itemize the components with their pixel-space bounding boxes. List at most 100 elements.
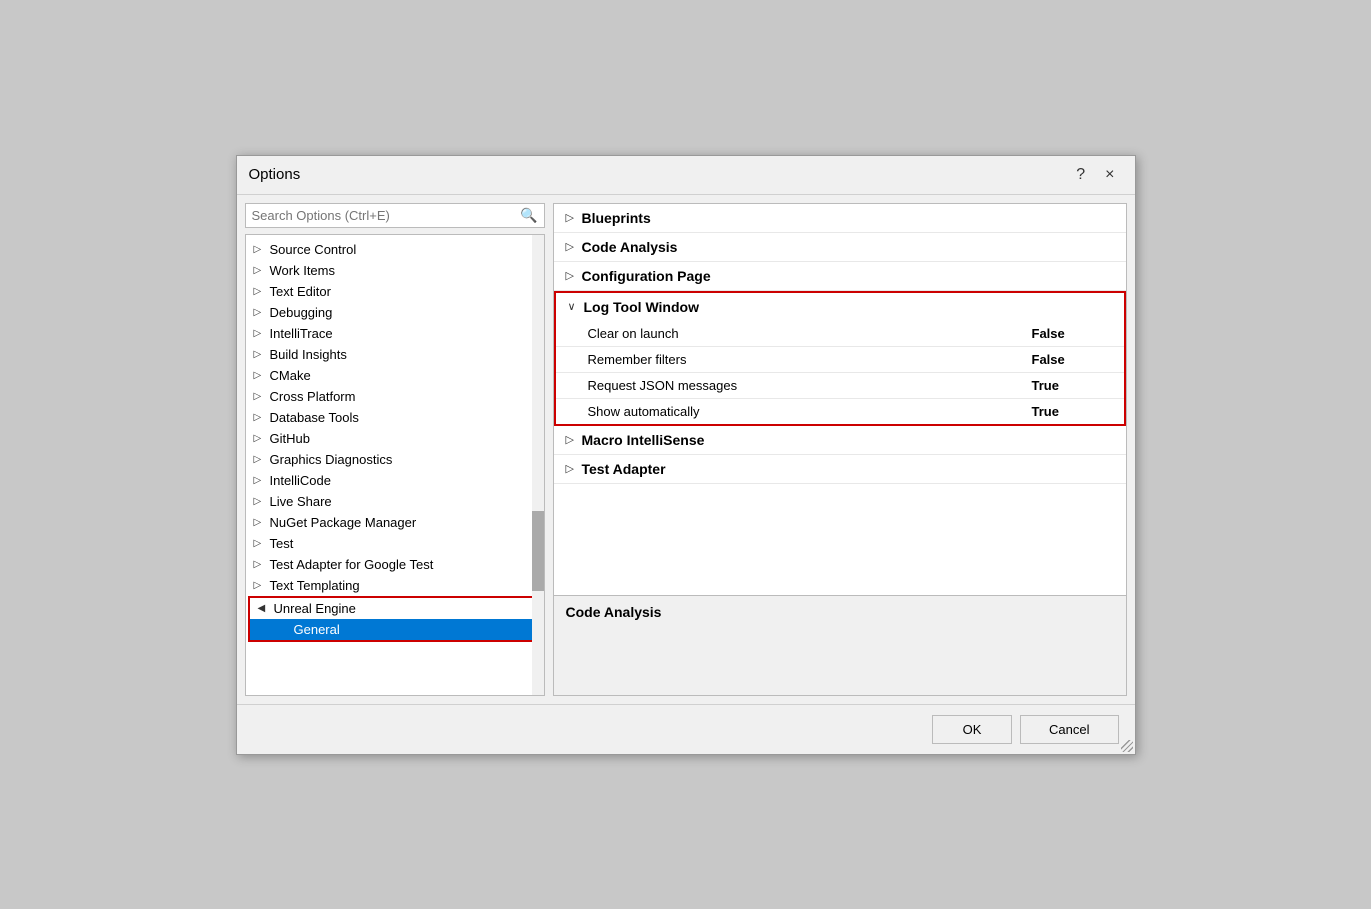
tree-item-github[interactable]: ▷ GitHub bbox=[246, 428, 544, 449]
expand-arrow: ▷ bbox=[254, 517, 268, 528]
collapse-arrow: ◀ bbox=[258, 603, 272, 614]
expand-arrow: ▷ bbox=[254, 496, 268, 507]
right-row-label: Code Analysis bbox=[582, 239, 678, 255]
unreal-engine-section: ◀ Unreal Engine General bbox=[248, 596, 542, 642]
scrollbar-thumb[interactable] bbox=[532, 511, 544, 591]
prop-clear-on-launch[interactable]: Clear on launch False bbox=[556, 321, 1124, 347]
help-button[interactable]: ? bbox=[1068, 164, 1093, 186]
right-row-code-analysis[interactable]: ▷ Code Analysis bbox=[554, 233, 1126, 262]
tree-item-label: Test bbox=[270, 536, 294, 551]
tree-item-label: Build Insights bbox=[270, 347, 347, 362]
tree-item-database-tools[interactable]: ▷ Database Tools bbox=[246, 407, 544, 428]
tree-item-live-share[interactable]: ▷ Live Share bbox=[246, 491, 544, 512]
tree-item-label: Work Items bbox=[270, 263, 336, 278]
right-panel: ▷ Blueprints ▷ Code Analysis ▷ Configura… bbox=[553, 203, 1127, 696]
right-row-label: Macro IntelliSense bbox=[582, 432, 705, 448]
description-section: Code Analysis bbox=[554, 595, 1126, 695]
log-tool-window-label: Log Tool Window bbox=[584, 299, 699, 315]
right-row-label: Configuration Page bbox=[582, 268, 711, 284]
tree-item-label: Source Control bbox=[270, 242, 357, 257]
expand-arrow: ▷ bbox=[566, 433, 582, 446]
tree-item-label: Cross Platform bbox=[270, 389, 356, 404]
scrollbar-track[interactable] bbox=[532, 235, 544, 695]
tree-item-cmake[interactable]: ▷ CMake bbox=[246, 365, 544, 386]
right-row-label: Blueprints bbox=[582, 210, 651, 226]
tree-item-label: Test Adapter for Google Test bbox=[270, 557, 434, 572]
search-input[interactable] bbox=[252, 208, 521, 223]
expand-arrow: ▷ bbox=[566, 211, 582, 224]
right-row-blueprints[interactable]: ▷ Blueprints bbox=[554, 204, 1126, 233]
tree-item-general[interactable]: General bbox=[250, 619, 540, 640]
tree-item-intellitrace[interactable]: ▷ IntelliTrace bbox=[246, 323, 544, 344]
expand-arrow: ▷ bbox=[254, 412, 268, 423]
ok-button[interactable]: OK bbox=[932, 715, 1012, 744]
log-tool-window-section: ∨ Log Tool Window Clear on launch False … bbox=[554, 291, 1126, 426]
expand-arrow: ▷ bbox=[254, 286, 268, 297]
log-tool-properties: Clear on launch False Remember filters F… bbox=[556, 321, 1124, 424]
tree-item-graphics-diagnostics[interactable]: ▷ Graphics Diagnostics bbox=[246, 449, 544, 470]
prop-name: Request JSON messages bbox=[588, 378, 1032, 393]
tree-item-build-insights[interactable]: ▷ Build Insights bbox=[246, 344, 544, 365]
log-tool-window-header[interactable]: ∨ Log Tool Window bbox=[556, 293, 1124, 321]
right-row-label: Test Adapter bbox=[582, 461, 666, 477]
tree-item-label: IntelliTrace bbox=[270, 326, 333, 341]
dialog-footer: OK Cancel bbox=[237, 704, 1135, 754]
expand-arrow: ▷ bbox=[254, 433, 268, 444]
expand-arrow: ▷ bbox=[254, 370, 268, 381]
description-label: Code Analysis bbox=[566, 604, 662, 620]
prop-remember-filters[interactable]: Remember filters False bbox=[556, 347, 1124, 373]
options-dialog: Options ? × 🔍 ▷ Source Control ▷ Work bbox=[236, 155, 1136, 755]
title-bar-controls: ? × bbox=[1068, 164, 1122, 186]
title-bar: Options ? × bbox=[237, 156, 1135, 195]
tree-item-label: GitHub bbox=[270, 431, 310, 446]
expand-arrow: ▷ bbox=[254, 265, 268, 276]
dialog-title: Options bbox=[249, 166, 301, 183]
tree-item-cross-platform[interactable]: ▷ Cross Platform bbox=[246, 386, 544, 407]
tree-item-label: IntelliCode bbox=[270, 473, 331, 488]
tree-item-text-editor[interactable]: ▷ Text Editor bbox=[246, 281, 544, 302]
prop-request-json[interactable]: Request JSON messages True bbox=[556, 373, 1124, 399]
expand-arrow: ▷ bbox=[254, 244, 268, 255]
collapse-arrow: ∨ bbox=[568, 300, 584, 313]
expand-arrow: ▷ bbox=[254, 391, 268, 402]
left-panel: 🔍 ▷ Source Control ▷ Work Items ▷ Text E… bbox=[245, 203, 545, 696]
expand-arrow: ▷ bbox=[566, 240, 582, 253]
prop-value: True bbox=[1032, 378, 1112, 393]
tree-item-label: Text Templating bbox=[270, 578, 360, 593]
tree-item-label: Debugging bbox=[270, 305, 333, 320]
expand-arrow: ▷ bbox=[254, 475, 268, 486]
tree-item-intellicode[interactable]: ▷ IntelliCode bbox=[246, 470, 544, 491]
tree-item-text-templating[interactable]: ▷ Text Templating bbox=[246, 575, 544, 596]
expand-arrow: ▷ bbox=[254, 307, 268, 318]
cancel-button[interactable]: Cancel bbox=[1020, 715, 1118, 744]
dialog-body: 🔍 ▷ Source Control ▷ Work Items ▷ Text E… bbox=[237, 195, 1135, 704]
expand-arrow: ▷ bbox=[254, 349, 268, 360]
tree-item-label: General bbox=[294, 622, 340, 637]
expand-arrow: ▷ bbox=[254, 559, 268, 570]
tree-item-source-control[interactable]: ▷ Source Control bbox=[246, 239, 544, 260]
prop-name: Clear on launch bbox=[588, 326, 1032, 341]
right-top: ▷ Blueprints ▷ Code Analysis ▷ Configura… bbox=[554, 204, 1126, 595]
tree-item-test[interactable]: ▷ Test bbox=[246, 533, 544, 554]
tree-item-debugging[interactable]: ▷ Debugging bbox=[246, 302, 544, 323]
right-row-macro-intellisense[interactable]: ▷ Macro IntelliSense bbox=[554, 426, 1126, 455]
expand-arrow: ▷ bbox=[254, 580, 268, 591]
resize-handle[interactable] bbox=[1121, 740, 1133, 752]
prop-value: True bbox=[1032, 404, 1112, 419]
tree-item-test-adapter-google[interactable]: ▷ Test Adapter for Google Test bbox=[246, 554, 544, 575]
tree-item-label: CMake bbox=[270, 368, 311, 383]
search-icon: 🔍 bbox=[520, 207, 537, 224]
tree-item-work-items[interactable]: ▷ Work Items bbox=[246, 260, 544, 281]
close-button[interactable]: × bbox=[1097, 164, 1122, 186]
right-row-configuration-page[interactable]: ▷ Configuration Page bbox=[554, 262, 1126, 291]
expand-arrow: ▷ bbox=[254, 454, 268, 465]
tree-item-nuget[interactable]: ▷ NuGet Package Manager bbox=[246, 512, 544, 533]
right-row-test-adapter[interactable]: ▷ Test Adapter bbox=[554, 455, 1126, 484]
expand-arrow: ▷ bbox=[254, 328, 268, 339]
prop-name: Show automatically bbox=[588, 404, 1032, 419]
prop-show-automatically[interactable]: Show automatically True bbox=[556, 399, 1124, 424]
tree-item-label: Database Tools bbox=[270, 410, 359, 425]
search-box[interactable]: 🔍 bbox=[245, 203, 545, 228]
expand-arrow: ▷ bbox=[254, 538, 268, 549]
tree-item-unreal-engine[interactable]: ◀ Unreal Engine bbox=[250, 598, 540, 619]
